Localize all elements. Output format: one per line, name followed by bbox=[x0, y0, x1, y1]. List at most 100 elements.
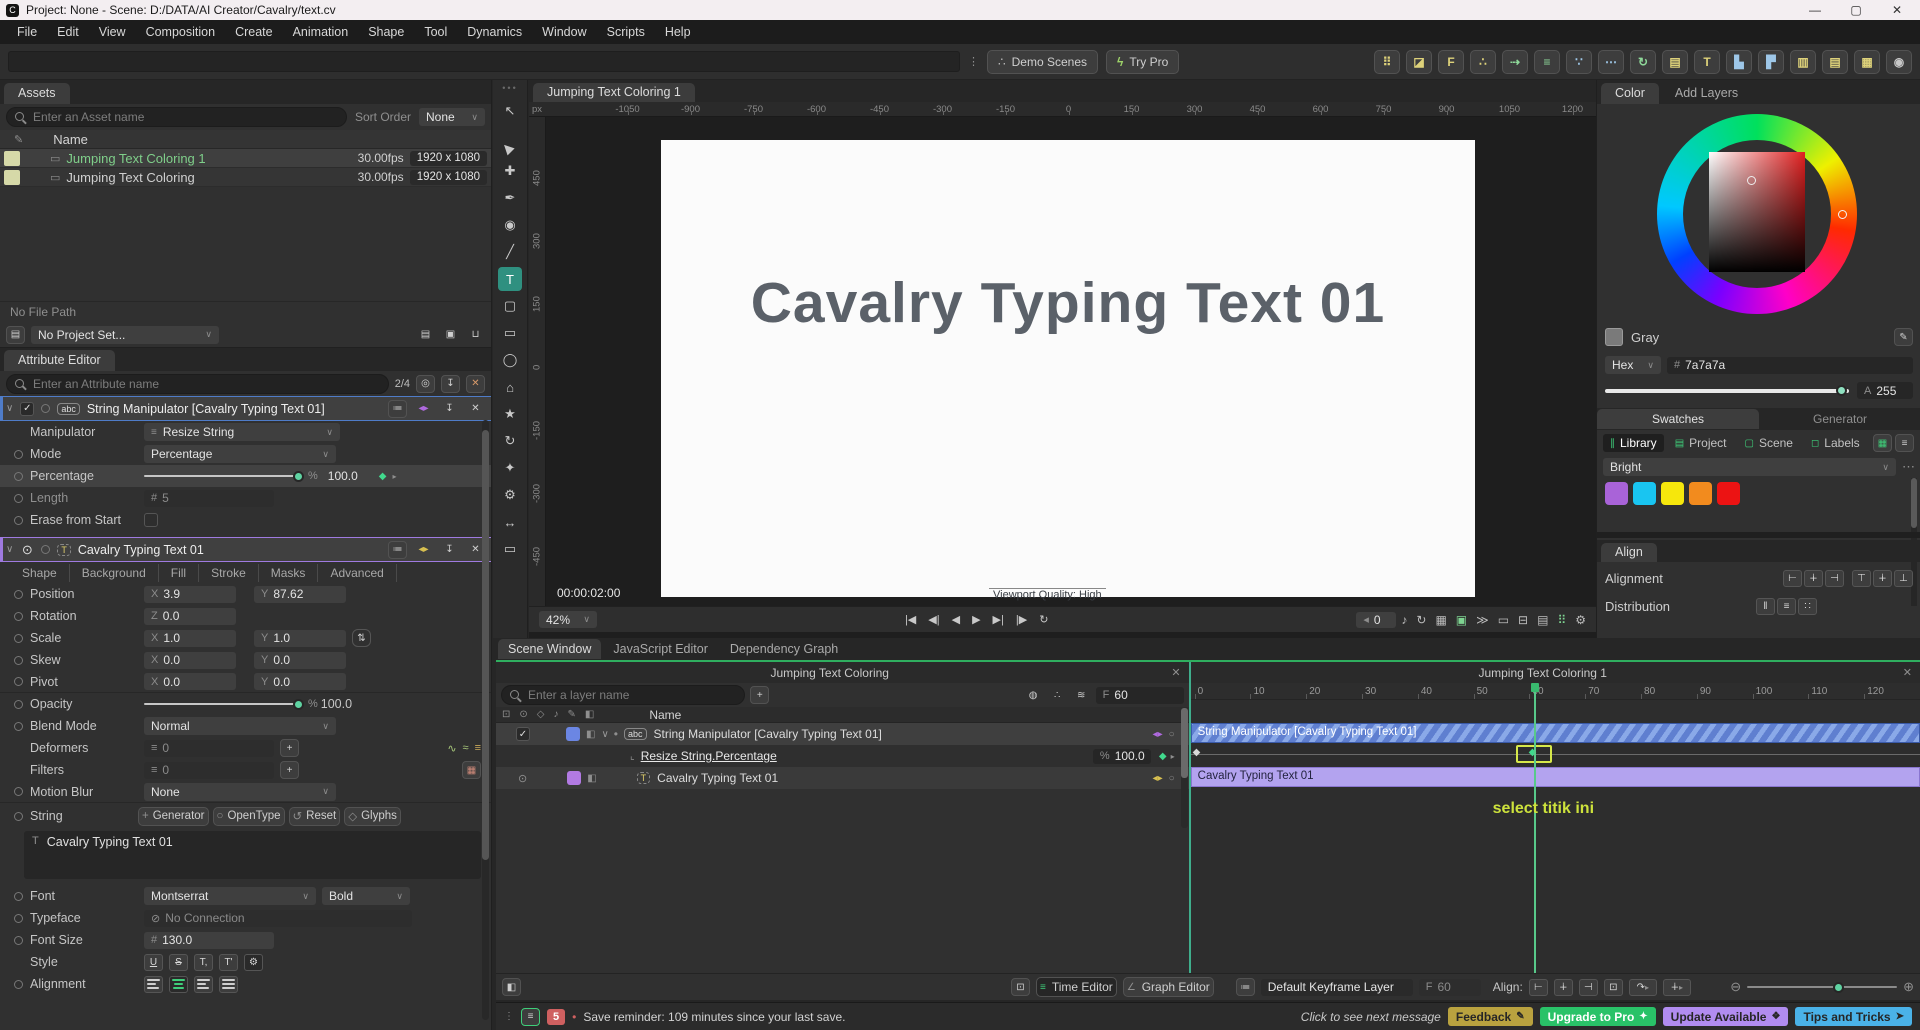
render-icon[interactable]: ⊟ bbox=[1518, 613, 1528, 627]
arc-tool-icon[interactable]: ↻ bbox=[498, 429, 522, 453]
keyframe-dot[interactable] bbox=[14, 913, 23, 923]
menu-item[interactable]: Help bbox=[656, 20, 700, 44]
collapse-icon[interactable]: ∨ bbox=[6, 544, 13, 555]
alpha-field[interactable]: A 255 bbox=[1857, 382, 1913, 399]
stepper-icon[interactable]: ▸ bbox=[392, 472, 396, 481]
pipette-icon[interactable]: ✎ bbox=[1894, 328, 1913, 346]
keyframe-dot[interactable] bbox=[14, 811, 23, 821]
shape-tab[interactable]: Masks bbox=[259, 563, 319, 582]
effector-icon[interactable]: F bbox=[1438, 49, 1464, 74]
feedback-button[interactable]: Feedback ✎ bbox=[1447, 1007, 1533, 1026]
scale-y-field[interactable]: Y 1.0 bbox=[254, 629, 346, 647]
align-v-middle-button[interactable]: ∔ bbox=[1873, 570, 1892, 587]
keyframe-dot[interactable] bbox=[14, 611, 23, 621]
keyframe-dot[interactable] bbox=[14, 935, 23, 945]
menu-item[interactable]: File bbox=[8, 20, 46, 44]
next-message-hint[interactable]: Click to see next message bbox=[1301, 1010, 1441, 1024]
dock-option-icon[interactable]: ⊡ bbox=[1011, 978, 1030, 996]
interpolation-button[interactable]: ∔ ▸ bbox=[1662, 978, 1691, 996]
align-h-right-button[interactable]: ⊣ bbox=[1825, 570, 1844, 587]
keyframe-dot[interactable] bbox=[14, 721, 23, 731]
ellipsis-icon[interactable]: ⋯ bbox=[1598, 49, 1624, 74]
scene-tab[interactable]: ▢ Scene bbox=[1738, 434, 1800, 452]
line-tool-icon[interactable]: ╱ bbox=[498, 240, 522, 264]
menu-item[interactable]: View bbox=[90, 20, 135, 44]
layer-row-text[interactable]: ⊙ ◧ T Cavalry Typing Text 01 ◂▸ ○ bbox=[496, 767, 1189, 789]
swatch-list-view-icon[interactable]: ≡ bbox=[1895, 434, 1914, 452]
erase-checkbox[interactable] bbox=[144, 513, 158, 527]
grid-icon[interactable]: ▦ bbox=[1435, 613, 1446, 627]
folder-icon[interactable]: ▤ bbox=[416, 326, 435, 344]
menu-item[interactable]: Scripts bbox=[598, 20, 654, 44]
align-left-button[interactable] bbox=[144, 975, 163, 993]
keyframe-nav-icon[interactable]: ◂▸ bbox=[1153, 729, 1163, 740]
star-tool-icon[interactable]: ★ bbox=[498, 402, 522, 426]
tab-attribute-editor[interactable]: Attribute Editor bbox=[4, 350, 115, 371]
layers-icon[interactable]: ▤ bbox=[1537, 613, 1548, 627]
glyphs-button[interactable]: ◇ Glyphs bbox=[344, 806, 401, 826]
shape-tab[interactable]: Fill bbox=[159, 563, 200, 582]
visibility-eye-icon[interactable]: ⊙ bbox=[518, 772, 527, 785]
menu-item[interactable]: Dynamics bbox=[458, 20, 531, 44]
dashed-arrow-icon[interactable]: ⇢ bbox=[1502, 49, 1528, 74]
frame-field[interactable]: F 60 bbox=[1418, 978, 1481, 996]
manipulator-select[interactable]: ≡ Resize String ∨ bbox=[144, 423, 340, 441]
stepper-icon[interactable]: ▸ bbox=[1171, 752, 1175, 761]
upgrade-pro-button[interactable]: Upgrade to Pro ✦ bbox=[1539, 1007, 1656, 1026]
rows-icon[interactable]: ▤ bbox=[1822, 49, 1848, 74]
dots-grid-icon[interactable]: ⠿ bbox=[1557, 613, 1566, 627]
text-tool-icon[interactable]: T bbox=[1694, 49, 1720, 74]
reset-button[interactable]: ↺ Reset bbox=[288, 806, 341, 826]
timeline-bar-string-manipulator[interactable]: String Manipulator [Cavalry Typing Text … bbox=[1190, 723, 1920, 743]
layer-row-string-manipulator[interactable]: ✓ ◧ ∨ • abc String Manipulator [Cavalry … bbox=[496, 723, 1189, 745]
add-filter-button[interactable]: + bbox=[280, 761, 299, 779]
position-y-field[interactable]: Y 87.62 bbox=[254, 585, 346, 603]
attribute-search-input[interactable] bbox=[6, 373, 389, 394]
tab-dependency-graph[interactable]: Dependency Graph bbox=[720, 639, 848, 659]
opacity-slider[interactable] bbox=[144, 696, 304, 713]
string-textarea[interactable]: T Cavalry Typing Text 01 bbox=[24, 831, 481, 879]
length-field[interactable]: #5 bbox=[144, 489, 274, 507]
add-deformer-button[interactable]: + bbox=[280, 739, 299, 757]
shape-tab[interactable]: Shape bbox=[10, 563, 70, 582]
project-set-select[interactable]: No Project Set... ∨ bbox=[31, 325, 219, 344]
layer-search-input[interactable] bbox=[501, 685, 746, 705]
tab-assets[interactable]: Assets bbox=[4, 83, 70, 104]
pin-icon[interactable]: ↧ bbox=[440, 400, 459, 418]
pipette-column-icon[interactable]: ✎ bbox=[567, 709, 575, 720]
tab-add-layers[interactable]: Add Layers bbox=[1661, 83, 1752, 104]
pin-icon[interactable]: ↧ bbox=[440, 541, 459, 559]
opacity-value[interactable]: 100.0 bbox=[321, 697, 352, 711]
tab-scene-window[interactable]: Scene Window bbox=[498, 639, 602, 659]
arc-icon[interactable]: ↻ bbox=[1630, 49, 1656, 74]
scatter-icon[interactable]: ∴ bbox=[1048, 686, 1067, 704]
close-panel-icon[interactable]: ✕ bbox=[1163, 666, 1188, 679]
sv-box[interactable] bbox=[1709, 152, 1805, 272]
solid-select-tool-icon[interactable]: ▶ bbox=[488, 124, 522, 158]
save-icon[interactable]: ▣ bbox=[441, 326, 460, 344]
circle-icon[interactable]: ○ bbox=[1169, 729, 1175, 740]
clip-column-icon[interactable]: ◧ bbox=[585, 709, 594, 720]
marquee-tool-icon[interactable]: ▢ bbox=[498, 294, 522, 318]
box-select-keys-button[interactable]: ⊡ bbox=[1603, 978, 1623, 996]
transport-button[interactable]: ◀ bbox=[948, 612, 964, 627]
expand-icon[interactable]: ∨ bbox=[601, 729, 608, 740]
hue-pointer[interactable] bbox=[1838, 210, 1847, 219]
shape-tab[interactable]: Stroke bbox=[199, 563, 259, 582]
generator-button[interactable]: + Generator bbox=[138, 806, 209, 826]
capsule-tool-icon[interactable]: ▭ bbox=[498, 537, 522, 561]
swatch-red[interactable] bbox=[1717, 482, 1740, 505]
timeline-bar-text[interactable]: Cavalry Typing Text 01 bbox=[1190, 767, 1920, 787]
align-keys-center-button[interactable]: ∔ bbox=[1553, 978, 1573, 996]
percentage-value[interactable]: 100.0 bbox=[321, 468, 373, 485]
text-tool-icon[interactable]: T bbox=[498, 267, 522, 291]
project-list-icon[interactable]: ▤ bbox=[6, 325, 25, 344]
subscript-button[interactable]: T, bbox=[194, 953, 213, 971]
pivot-y-field[interactable]: Y 0.0 bbox=[254, 673, 346, 690]
keyframe-dot[interactable] bbox=[14, 655, 23, 665]
menu-item[interactable]: Tool bbox=[415, 20, 456, 44]
labels-tab[interactable]: ◻ Labels bbox=[1804, 434, 1867, 452]
keyframe-dot[interactable] bbox=[14, 891, 23, 901]
font-size-field[interactable]: #130.0 bbox=[144, 931, 274, 949]
filters-field[interactable]: ≡ 0 bbox=[144, 761, 274, 779]
